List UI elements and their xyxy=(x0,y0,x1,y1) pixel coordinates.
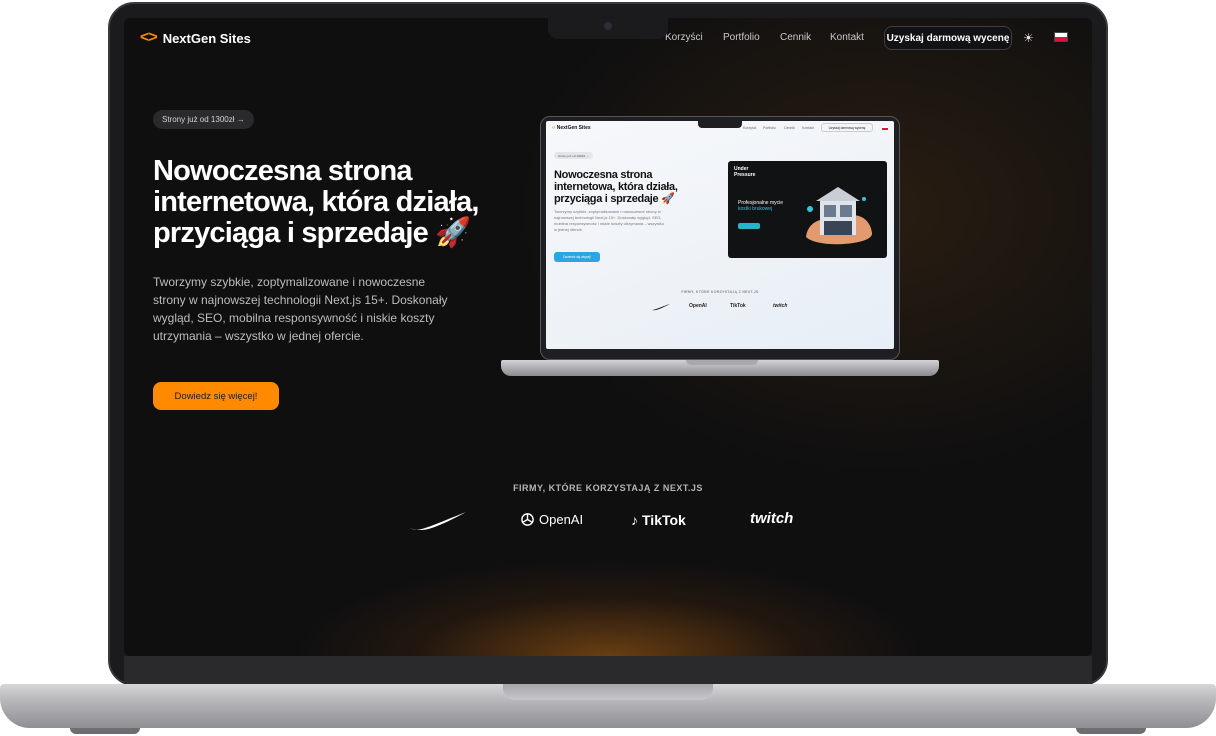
portfolio-preview-card: Under Pressure Profesjonalne mycie kostki… xyxy=(728,161,887,258)
mockup-companies-label: FIRMY, KTÓRE KORZYSTAJĄ Z NEXT.JS xyxy=(681,290,759,294)
mockup-nav-link: Portfolio xyxy=(763,126,776,130)
laptop-foot-left xyxy=(70,728,140,734)
openai-wordmark: OpenAI xyxy=(539,512,584,527)
free-quote-button[interactable]: Uzyskaj darmową wycenę xyxy=(884,26,1012,50)
openai-logo: OpenAI xyxy=(520,512,583,527)
hero-title-line-1: Nowoczesna strona xyxy=(153,155,413,187)
card-accent: kostki brukowej xyxy=(738,206,773,212)
hero-description: Tworzymy szybkie, zoptymalizowane i nowo… xyxy=(153,275,448,343)
twitch-logo: twitch xyxy=(750,510,793,527)
mockup-flag-icon xyxy=(882,126,888,130)
logo-text: NextGen Sites xyxy=(162,30,251,46)
code-brackets-icon: <> xyxy=(140,29,158,46)
openai-knot-icon xyxy=(521,513,534,526)
mockup-logo: ‹› NextGen Sites xyxy=(552,125,591,131)
mockup-cta: Uzyskaj darmową wycenę xyxy=(821,123,873,132)
camera-icon xyxy=(604,22,612,30)
companies-label: FIRMY, KTÓRE KORZYSTAJĄ Z NEXT.JS xyxy=(513,483,703,493)
site-logo[interactable]: <> NextGen Sites xyxy=(140,29,251,47)
mockup-nav-link: Korzyści xyxy=(743,126,757,130)
mockup-brand: twitch xyxy=(773,303,788,309)
learn-more-button[interactable]: Dowiedz się więcej! xyxy=(153,382,279,410)
mockup-nike-icon xyxy=(649,303,671,311)
tiktok-logo: ♪ TikTok xyxy=(631,512,686,528)
polish-flag-icon[interactable] xyxy=(1054,32,1068,42)
sun-icon[interactable]: ☀ xyxy=(1023,31,1034,45)
screen-bezel-bottom xyxy=(124,656,1092,684)
nav-link-cennik[interactable]: Cennik xyxy=(780,32,811,43)
tiktok-note-icon: ♪ xyxy=(631,512,638,528)
card-button xyxy=(738,223,760,229)
laptop-base-cutout xyxy=(503,684,713,700)
nav-link-korzysci[interactable]: Korzyści xyxy=(665,32,703,43)
twitch-wordmark: twitch xyxy=(750,510,794,527)
mockup-nav-link: Cennik xyxy=(784,126,795,130)
mockup-lid xyxy=(540,116,900,360)
mockup-badge: Strony już od 1300zł → xyxy=(554,152,594,159)
mockup-nav-link: Kontakt xyxy=(802,126,814,130)
mockup-base-cutout xyxy=(686,360,758,365)
mockup-brand: TikTok xyxy=(730,303,746,309)
hero-title-line-3: przyciąga i sprzedaje 🚀 xyxy=(153,217,471,249)
mockup-screen: ‹› NextGen Sites Korzyści Portfolio Cenn… xyxy=(546,121,894,349)
mockup-brand: OpenAI xyxy=(689,303,707,309)
tiktok-wordmark: TikTok xyxy=(642,512,686,528)
mockup-button: Dowiedz się więcej! xyxy=(554,252,600,262)
hero-title: Nowoczesna strona internetowa, która dzi… xyxy=(153,156,533,249)
hero-title-line-2: internetowa, która działa, xyxy=(153,186,479,218)
house-illustration-icon xyxy=(806,187,873,245)
camera-notch xyxy=(548,17,668,39)
laptop-foot-right xyxy=(1076,728,1146,734)
mockup-description: Tworzymy szybkie, zoptymalizowane i nowo… xyxy=(554,209,664,232)
mockup-title: Nowoczesna strona internetowa, która dzi… xyxy=(554,169,678,205)
price-badge[interactable]: Strony już od 1300zł → xyxy=(153,110,254,129)
nav-link-portfolio[interactable]: Portfolio xyxy=(723,32,760,43)
nav-link-kontakt[interactable]: Kontakt xyxy=(830,32,864,43)
card-logo: Under Pressure xyxy=(734,166,756,178)
mockup-notch xyxy=(698,120,742,128)
browser-viewport: <> NextGen Sites Korzyści Portfolio Cenn… xyxy=(124,18,1092,656)
nike-logo xyxy=(408,510,468,532)
mockup-base xyxy=(501,360,939,376)
nike-swoosh-icon xyxy=(410,512,466,530)
card-title: Profesjonalne mycie xyxy=(738,200,784,206)
